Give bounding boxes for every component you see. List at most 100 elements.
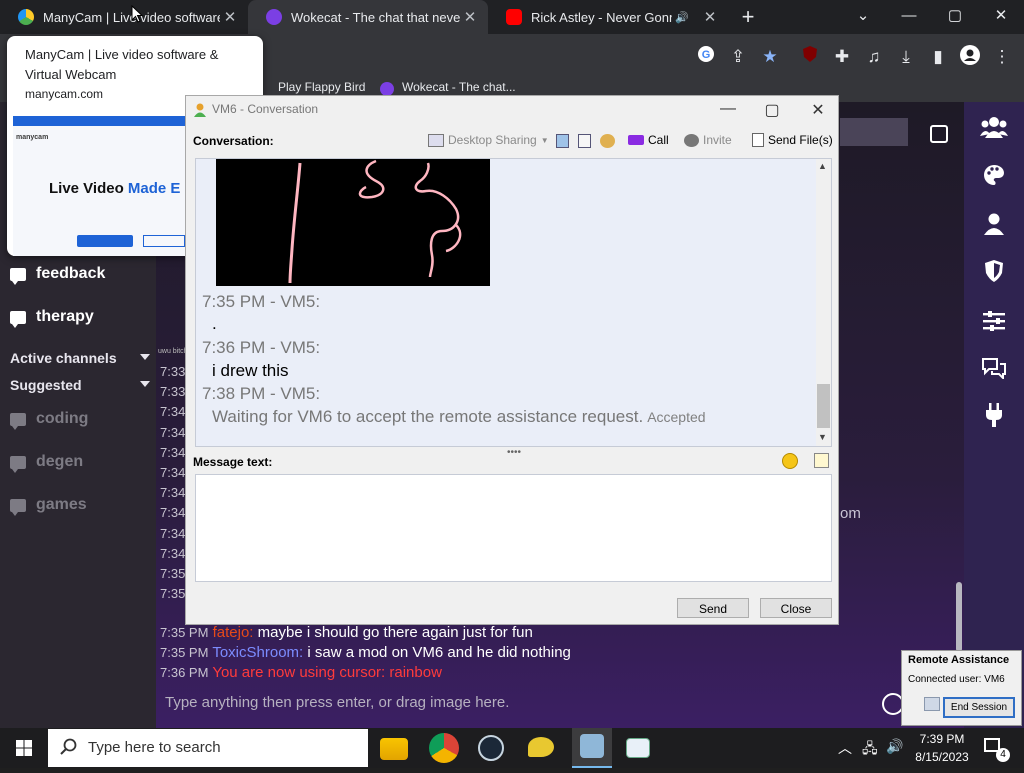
channel-coding[interactable]: coding	[10, 410, 88, 430]
partial-text: om	[840, 505, 861, 522]
clock-date[interactable]: 8/15/2023	[912, 750, 972, 764]
star-icon[interactable]: ★	[758, 45, 782, 69]
taskbar-search-input[interactable]: Type here to search	[48, 729, 368, 767]
maximize-button[interactable]: ▢	[932, 0, 978, 34]
chrome-icon[interactable]	[429, 733, 459, 763]
invite-button[interactable]: Invite	[684, 133, 732, 147]
share-icon[interactable]: ⇪	[726, 45, 750, 69]
tab-search-icon[interactable]: ⌄	[840, 0, 886, 34]
notification-count-badge: 4	[996, 748, 1010, 762]
plug-icon[interactable]	[976, 402, 1012, 438]
dialog-minimize-button[interactable]: —	[716, 100, 740, 120]
tab-youtube[interactable]: Rick Astley - Never Gonna Give You Up 🔊 …	[488, 0, 728, 34]
chat-line: 7:36 PM You are now using cursor: rainbo…	[160, 664, 442, 681]
new-tab-button[interactable]: +	[736, 4, 760, 30]
speaker-icon[interactable]: 🔊	[672, 11, 692, 24]
close-button[interactable]: Close	[760, 598, 832, 618]
send-button[interactable]: Send	[677, 598, 749, 618]
google-icon[interactable]: G	[694, 45, 718, 69]
volume-icon[interactable]: 🔊	[886, 738, 903, 755]
window-app-icon[interactable]	[626, 738, 650, 758]
caret-down-icon	[140, 354, 150, 360]
hover-card-title: ManyCam | Live video software & Virtual …	[25, 47, 219, 82]
desktop-sharing-dropdown[interactable]: Desktop Sharing ▼	[428, 133, 549, 147]
clock-time[interactable]: 7:39 PM	[912, 732, 972, 746]
close-window-button[interactable]: ✕	[978, 0, 1024, 34]
chat-timestamp: 7:33	[160, 384, 186, 400]
chat-scrollbar[interactable]	[956, 582, 962, 652]
message-input[interactable]	[195, 474, 832, 582]
windows-start-icon[interactable]	[0, 728, 48, 768]
shared-drawing-image	[216, 159, 490, 286]
tab-close-icon[interactable]: ✕	[460, 8, 480, 26]
channel-games[interactable]: games	[10, 496, 87, 516]
chat-timestamp: 7:34	[160, 465, 186, 480]
video-camera-icon	[628, 135, 644, 145]
messenger-icon[interactable]	[528, 737, 554, 757]
steam-icon[interactable]	[478, 735, 504, 761]
search-icon	[60, 738, 77, 755]
profile-icon[interactable]	[958, 45, 982, 69]
suggested-header[interactable]: Suggested	[10, 377, 150, 393]
scroll-up-icon[interactable]: ▲	[818, 161, 827, 171]
tab-close-icon[interactable]: ✕	[220, 8, 240, 26]
font-settings-icon[interactable]	[814, 453, 829, 468]
tab-manycam[interactable]: ManyCam | Live video software & Virtual …	[0, 0, 248, 34]
extensions-icon[interactable]: ✚	[830, 45, 854, 69]
tray-chevron-icon[interactable]: ︿	[838, 738, 852, 758]
sliders-icon[interactable]	[976, 306, 1012, 342]
shield-icon[interactable]	[976, 258, 1012, 294]
file-explorer-icon[interactable]	[380, 738, 408, 760]
bookmark-wokecat[interactable]: Wokecat - The chat...	[402, 80, 516, 94]
minimize-button[interactable]: —	[886, 0, 932, 34]
ublock-icon[interactable]	[798, 45, 822, 69]
message-text: .	[212, 314, 217, 333]
channel-feedback[interactable]: feedback	[10, 265, 105, 285]
network-icon[interactable]: 🖧	[862, 738, 878, 762]
tab-close-icon[interactable]: ✕	[700, 8, 720, 26]
end-session-button[interactable]: End Session	[943, 697, 1015, 718]
chat-line: 7:35 PM ToxicShroom: i saw a mod on VM6 …	[160, 644, 571, 661]
dialog-close-button[interactable]: ✕	[806, 100, 830, 120]
whiteboard-icon[interactable]	[556, 134, 569, 148]
dialog-title: VM6 - Conversation	[212, 102, 319, 116]
hover-card-url: manycam.com	[25, 87, 104, 101]
message-text: i drew this	[212, 361, 289, 380]
dialog-maximize-button[interactable]: ▢	[760, 100, 784, 120]
emoticon-icon[interactable]	[782, 453, 798, 469]
chat-input[interactable]: Type anything then press enter, or drag …	[156, 688, 870, 718]
active-channels-header[interactable]: Active channels	[10, 350, 150, 366]
channel-therapy[interactable]: therapy	[10, 308, 94, 328]
tab-wokecat[interactable]: Wokecat - The chat that never sleeps ✕	[248, 0, 488, 34]
remote-assistance-taskbar-item[interactable]	[572, 728, 612, 768]
chat-bubbles-icon[interactable]	[976, 354, 1012, 390]
send-file-icon	[752, 133, 764, 147]
messenger-user-icon	[194, 103, 206, 117]
bookmark-flappy-bird[interactable]: Play Flappy Bird	[278, 80, 365, 94]
splitter-handle[interactable]: ••••	[505, 447, 523, 458]
channel-degen[interactable]: degen	[10, 453, 83, 473]
users-icon[interactable]	[976, 113, 1012, 149]
scroll-down-icon[interactable]: ▼	[818, 432, 827, 442]
menu-icon[interactable]: ⋮	[990, 45, 1014, 69]
send-files-button[interactable]: Send File(s)	[752, 133, 833, 147]
user-icon[interactable]	[976, 210, 1012, 246]
image-icon	[924, 697, 940, 711]
call-button[interactable]: Call	[628, 133, 669, 147]
tab-title: Wokecat - The chat that never sleeps	[291, 9, 460, 25]
media-icon[interactable]: ♫	[862, 45, 886, 69]
chat-search-field[interactable]	[840, 118, 908, 146]
status-badge: Accepted	[647, 409, 706, 425]
file-transfer-icon[interactable]	[578, 134, 591, 148]
sidepanel-icon[interactable]: ▮	[926, 45, 950, 69]
scrollbar-thumb[interactable]	[817, 384, 830, 428]
chat-timestamp: 7:34	[160, 424, 186, 440]
games-icon[interactable]	[600, 134, 615, 148]
connected-user-label: Connected user: VM6	[908, 674, 1005, 685]
palette-icon[interactable]	[976, 162, 1012, 198]
dice-icon[interactable]	[930, 125, 948, 143]
download-icon[interactable]: ⤓	[894, 45, 918, 69]
message-header: 7:36 PM - VM5:	[202, 338, 321, 357]
tab-title: Rick Astley - Never Gonna Give You Up	[531, 9, 672, 25]
chat-timestamp: 7:33	[160, 364, 186, 379]
